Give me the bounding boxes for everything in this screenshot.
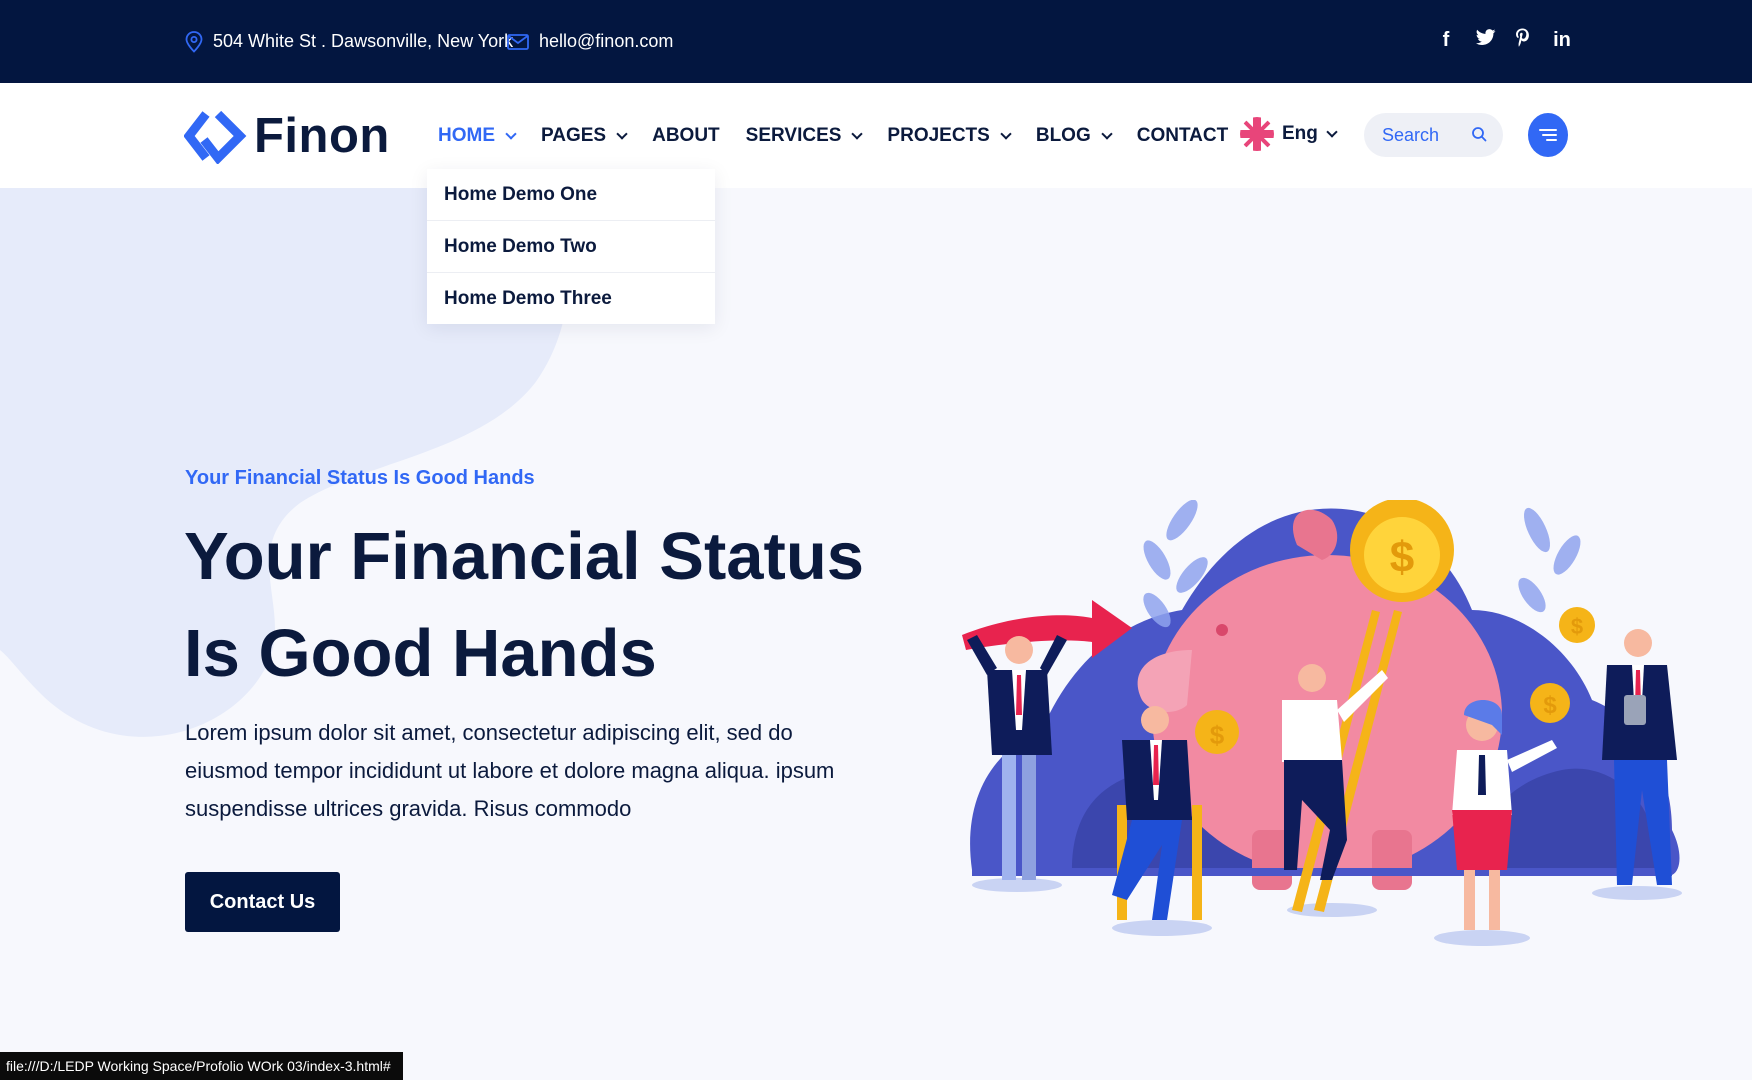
chevron-down-icon [1326, 126, 1338, 138]
finance-illustration: $ $ $ $ [962, 500, 1682, 946]
chevron-down-icon [505, 127, 517, 140]
nav-item-about[interactable]: ABOUT [652, 125, 720, 147]
nav-contact-label: CONTACT [1136, 124, 1229, 146]
chevron-down-icon [1101, 127, 1113, 140]
search-input[interactable] [1380, 123, 1464, 147]
main-header: Finon HOME PAGES ABOUT SERVICES PROJECTS… [0, 83, 1752, 188]
chevron-down-icon [616, 127, 628, 140]
nav-item-contact[interactable]: CONTACT [1137, 125, 1228, 147]
email-info[interactable]: hello@finon.com [507, 0, 673, 83]
contact-us-button[interactable]: Contact Us [185, 872, 340, 932]
nav-item-home[interactable]: HOME [438, 124, 517, 147]
logo-text: Finon [254, 109, 390, 163]
facebook-icon[interactable]: f [1438, 29, 1454, 52]
nav-pages-label: PAGES [541, 124, 607, 146]
language-selector[interactable]: Eng [1240, 117, 1338, 151]
dropdown-item-home-demo-one[interactable]: Home Demo One [427, 169, 715, 221]
nav-home-label: HOME [438, 124, 495, 146]
hero-title: Your Financial Status Is Good Hands [184, 508, 904, 702]
pinterest-icon[interactable] [1514, 28, 1530, 53]
logo-mark-icon [184, 110, 247, 164]
address-text: 504 White St . Dawsonville, New York [213, 31, 514, 51]
nav-item-projects[interactable]: PROJECTS [887, 124, 1012, 147]
home-dropdown-menu: Home Demo One Home Demo Two Home Demo Th… [427, 169, 715, 324]
nav-item-pages[interactable]: PAGES [541, 124, 628, 147]
svg-text:$: $ [1390, 533, 1414, 582]
hero-description: Lorem ipsum dolor sit amet, consectetur … [185, 720, 835, 821]
chevron-down-icon [851, 127, 864, 140]
offcanvas-menu-button[interactable] [1528, 113, 1568, 157]
email-link[interactable]: hello@finon.com [539, 31, 673, 52]
svg-text:$: $ [1210, 720, 1225, 750]
social-links: f in [1438, 0, 1572, 80]
nav-services-label: SERVICES [745, 124, 842, 146]
language-label: Eng [1282, 123, 1318, 144]
uk-flag-icon [1240, 117, 1274, 151]
search-icon[interactable] [1471, 126, 1487, 142]
browser-status-bar: file:///D:/LEDP Working Space/Profolio W… [0, 1052, 403, 1080]
twitter-icon[interactable] [1476, 28, 1496, 52]
hero-eyebrow: Your Financial Status Is Good Hands [185, 467, 535, 489]
search-box[interactable] [1364, 113, 1503, 157]
nav-item-services[interactable]: SERVICES [745, 124, 864, 147]
dropdown-item-home-demo-two[interactable]: Home Demo Two [427, 221, 715, 273]
hero-title-line1: Your Financial Status [184, 519, 865, 594]
svg-text:$: $ [1543, 692, 1557, 719]
nav-projects-label: PROJECTS [887, 124, 990, 146]
location-pin-icon [185, 30, 203, 53]
logo[interactable]: Finon [184, 108, 390, 164]
top-info-bar: 504 White St . Dawsonville, New York hel… [0, 0, 1752, 83]
hero-title-line2: Is Good Hands [184, 616, 657, 691]
nav-blog-label: BLOG [1035, 124, 1091, 146]
address-info: 504 White St . Dawsonville, New York [185, 0, 513, 83]
menu-icon [1539, 129, 1557, 141]
dropdown-item-home-demo-three[interactable]: Home Demo Three [427, 273, 715, 324]
nav-item-blog[interactable]: BLOG [1035, 124, 1113, 147]
nav-about-label: ABOUT [652, 124, 720, 146]
envelope-icon [507, 33, 529, 50]
linkedin-icon[interactable]: in [1552, 29, 1572, 52]
svg-text:$: $ [1571, 614, 1583, 639]
chevron-down-icon [1000, 127, 1012, 140]
